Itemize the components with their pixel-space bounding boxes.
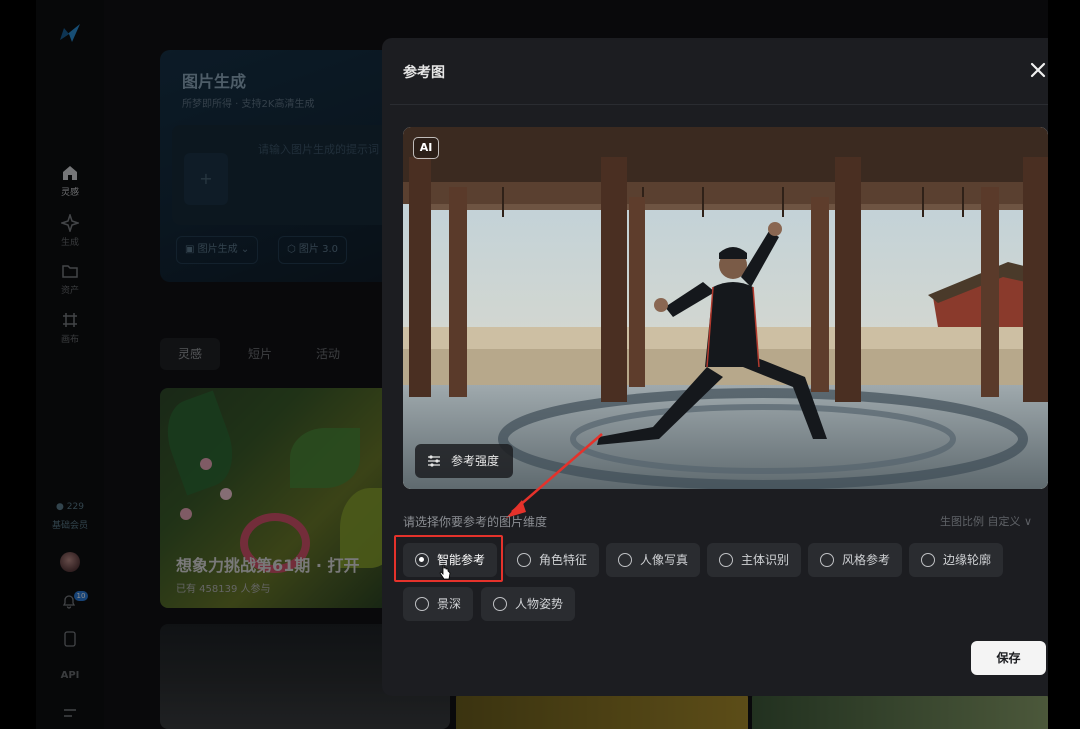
- option-label: 风格参考: [842, 553, 891, 567]
- reference-strength-label: 参考强度: [451, 454, 500, 468]
- option-pose[interactable]: 人物姿势: [481, 587, 576, 621]
- option-portrait[interactable]: 人像写真: [606, 543, 701, 577]
- option-character-features[interactable]: 角色特征: [505, 543, 600, 577]
- radio-icon: [618, 553, 632, 567]
- close-icon[interactable]: [1028, 60, 1048, 80]
- option-label: 边缘轮廓: [943, 553, 992, 567]
- save-button[interactable]: 保存: [971, 641, 1046, 675]
- option-label: 人像写真: [640, 553, 689, 567]
- app-window: 灵感 生成 资产 画布 ● 229 基础会员 10 API 图片生成 所梦即所得…: [36, 0, 1048, 729]
- dimension-prompt: 请选择你要参考的图片维度: [403, 515, 548, 529]
- option-label: 主体识别: [741, 553, 790, 567]
- reference-image-modal: 参考图 AI 参考强度 请选择你要参考的图片维度 生图比例 自定义 ∨ 智能参考…: [382, 38, 1048, 696]
- option-depth-of-field[interactable]: 景深: [403, 587, 474, 621]
- sliders-icon: [428, 455, 440, 467]
- reference-strength-button[interactable]: 参考强度: [415, 444, 514, 478]
- aspect-ratio-select[interactable]: 生图比例 自定义 ∨: [940, 513, 1032, 529]
- radio-icon: [921, 553, 935, 567]
- radio-icon: [517, 553, 531, 567]
- radio-icon: [820, 553, 834, 567]
- option-edge-outline[interactable]: 边缘轮廓: [909, 543, 1004, 577]
- modal-divider: [390, 104, 1048, 105]
- option-label: 人物姿势: [515, 597, 564, 611]
- ai-badge: AI: [413, 137, 439, 159]
- option-subject-recognition[interactable]: 主体识别: [707, 543, 802, 577]
- annotation-arrow-icon: [506, 433, 603, 518]
- option-label: 角色特征: [539, 553, 588, 567]
- radio-icon: [415, 597, 429, 611]
- option-style-reference[interactable]: 风格参考: [808, 543, 903, 577]
- option-label: 景深: [437, 597, 462, 611]
- modal-title: 参考图: [403, 65, 445, 81]
- reference-image-preview: AI 参考强度: [403, 127, 1048, 489]
- cursor-icon: [439, 564, 451, 580]
- reference-image: [403, 127, 1048, 489]
- screenshot-frame: 灵感 生成 资产 画布 ● 229 基础会员 10 API 图片生成 所梦即所得…: [0, 0, 1080, 729]
- radio-icon: [493, 597, 507, 611]
- radio-icon: [719, 553, 733, 567]
